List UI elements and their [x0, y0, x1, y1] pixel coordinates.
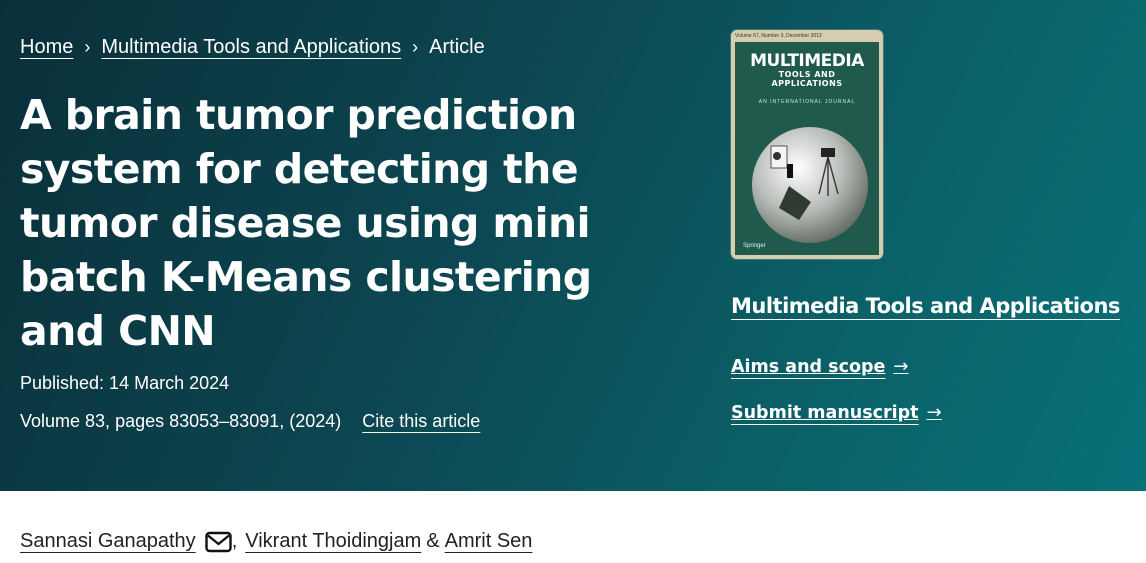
cover-journal-title: MULTIMEDIA TOOLS AND APPLICATIONS	[735, 52, 879, 88]
breadcrumb-journal-link[interactable]: Multimedia Tools and Applications	[101, 36, 401, 59]
author-separator-ampersand: &	[426, 530, 440, 552]
cite-article-link[interactable]: Cite this article	[362, 411, 480, 431]
chevron-right-icon: ›	[84, 37, 91, 57]
article-header: Home › Multimedia Tools and Applications…	[0, 0, 1146, 491]
arrow-right-icon: →	[893, 356, 909, 377]
author-list: Sannasi Ganapathy , Vikrant Thoidingjam …	[20, 530, 532, 553]
cover-publisher: Springer	[743, 243, 766, 249]
journal-cover-image[interactable]: Volume 67, Number 3, December 2013 MULTI…	[731, 30, 883, 259]
volume-info: Volume 83, pages 83053–83091, (2024) Cit…	[20, 411, 480, 432]
published-date: Published: 14 March 2024	[20, 373, 230, 393]
submit-manuscript-label: Submit manuscript	[731, 402, 919, 423]
envelope-icon-graphic	[204, 531, 232, 552]
cover-globe-illustration	[752, 127, 868, 243]
envelope-icon[interactable]	[204, 531, 232, 553]
author-link[interactable]: Sannasi Ganapathy	[20, 530, 196, 553]
cover-issue-line: Volume 67, Number 3, December 2013	[735, 33, 822, 39]
article-title: A brain tumor prediction system for dete…	[20, 91, 592, 355]
cover-panel: MULTIMEDIA TOOLS AND APPLICATIONS AN INT…	[735, 42, 879, 255]
submit-manuscript-link[interactable]: Submit manuscript →	[731, 402, 942, 423]
author-link[interactable]: Amrit Sen	[445, 530, 533, 553]
cover-title-line-2: APPLICATIONS	[771, 79, 843, 88]
breadcrumb-current: Article	[429, 36, 485, 58]
breadcrumb: Home › Multimedia Tools and Applications…	[20, 36, 485, 59]
volume-pages: Volume 83, pages 83053–83091, (2024)	[20, 411, 342, 431]
author-separator-comma: ,	[231, 530, 238, 552]
journal-link[interactable]: Multimedia Tools and Applications	[731, 294, 1120, 318]
chevron-right-icon: ›	[412, 37, 419, 57]
author-link[interactable]: Vikrant Thoidingjam	[245, 530, 421, 553]
cover-title-line-1: TOOLS AND	[778, 70, 836, 79]
cover-title-big: MULTIMEDIA	[750, 51, 864, 71]
aims-and-scope-label: Aims and scope	[731, 356, 886, 377]
arrow-right-icon: →	[926, 402, 942, 423]
cover-subtitle: AN INTERNATIONAL JOURNAL	[758, 99, 856, 105]
breadcrumb-home-link[interactable]: Home	[20, 36, 73, 59]
aims-and-scope-link[interactable]: Aims and scope →	[731, 356, 908, 377]
